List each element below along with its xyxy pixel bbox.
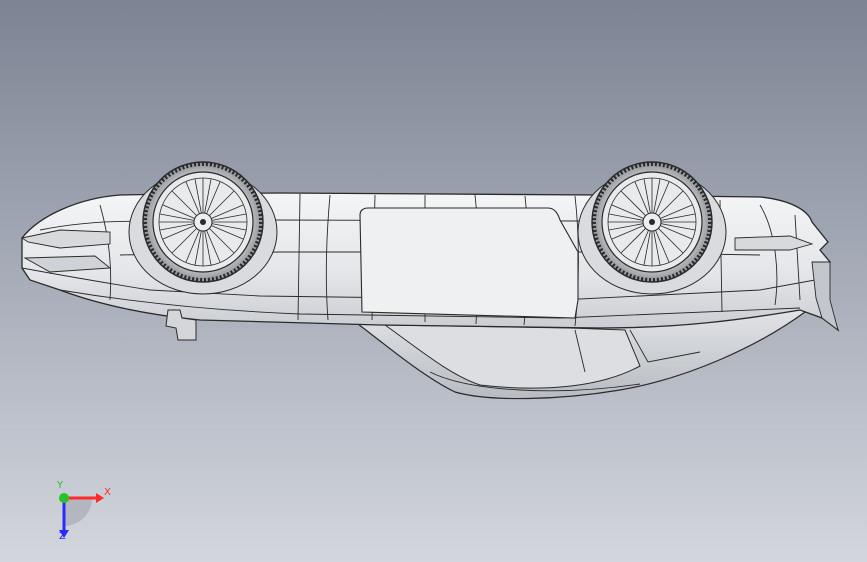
rear-wheel [577, 161, 727, 295]
x-axis-label: X [104, 487, 111, 498]
car-door-panel [359, 207, 579, 319]
front-wheel [128, 161, 278, 295]
z-axis-label: Z [59, 531, 66, 542]
graphics-viewport[interactable]: X Y Z [0, 0, 867, 562]
y-axis-dot [59, 493, 69, 503]
car-model[interactable] [0, 0, 867, 562]
car-rear-diffuser [811, 261, 839, 332]
coordinate-triad: X Y Z [40, 478, 120, 548]
y-axis-label: Y [57, 480, 64, 491]
